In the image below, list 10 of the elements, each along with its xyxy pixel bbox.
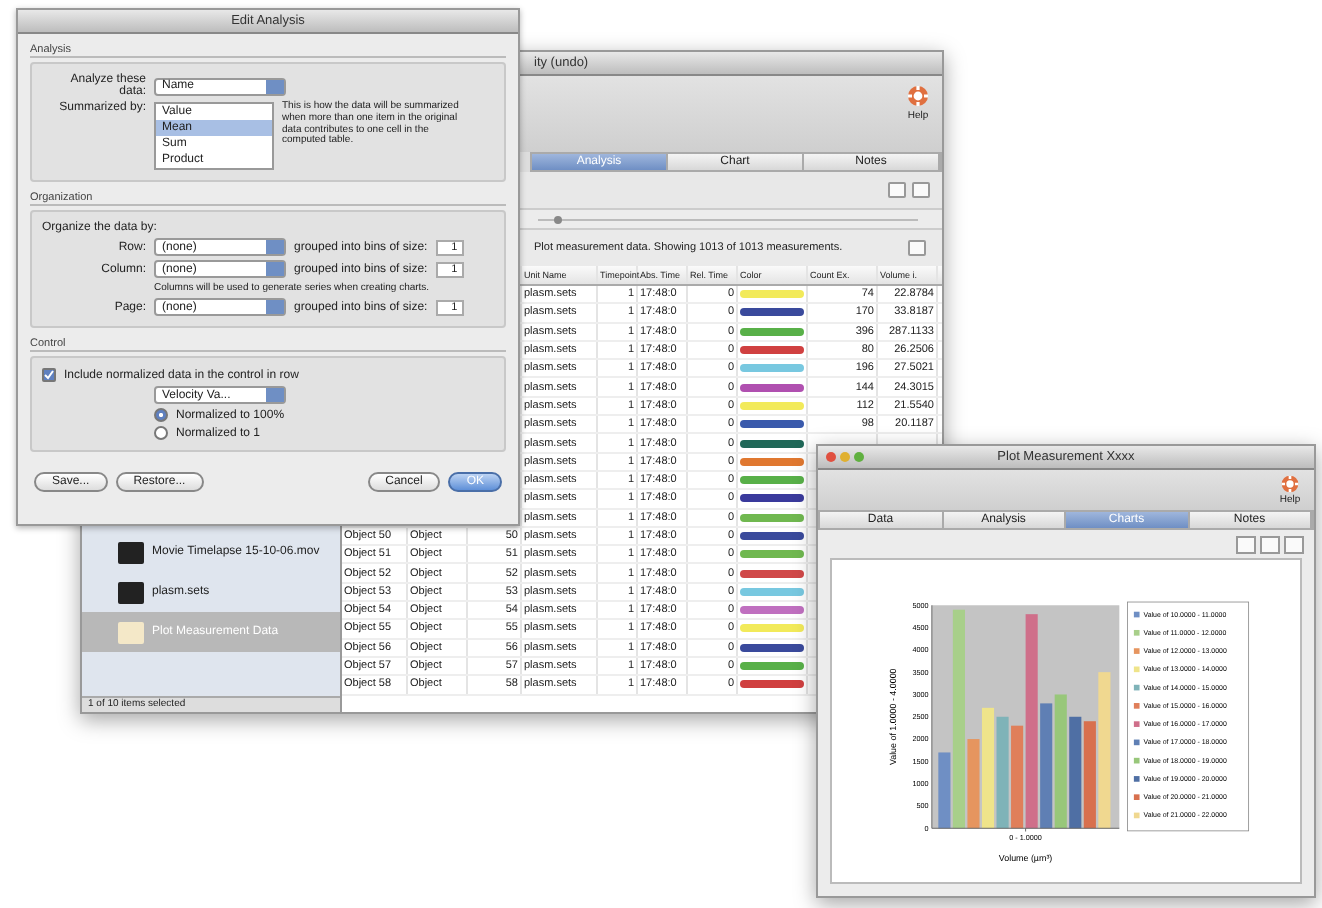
checkbox[interactable] [42, 368, 56, 382]
slider-drawing[interactable] [538, 212, 918, 228]
file-icon [118, 581, 144, 603]
help-icon[interactable] [906, 84, 930, 108]
file-icon [118, 621, 144, 643]
file-icon [118, 541, 144, 563]
radio-button[interactable] [154, 426, 168, 440]
help-icon[interactable] [1278, 474, 1302, 494]
toolbar-button[interactable] [908, 240, 926, 256]
radio-button[interactable] [154, 408, 168, 422]
